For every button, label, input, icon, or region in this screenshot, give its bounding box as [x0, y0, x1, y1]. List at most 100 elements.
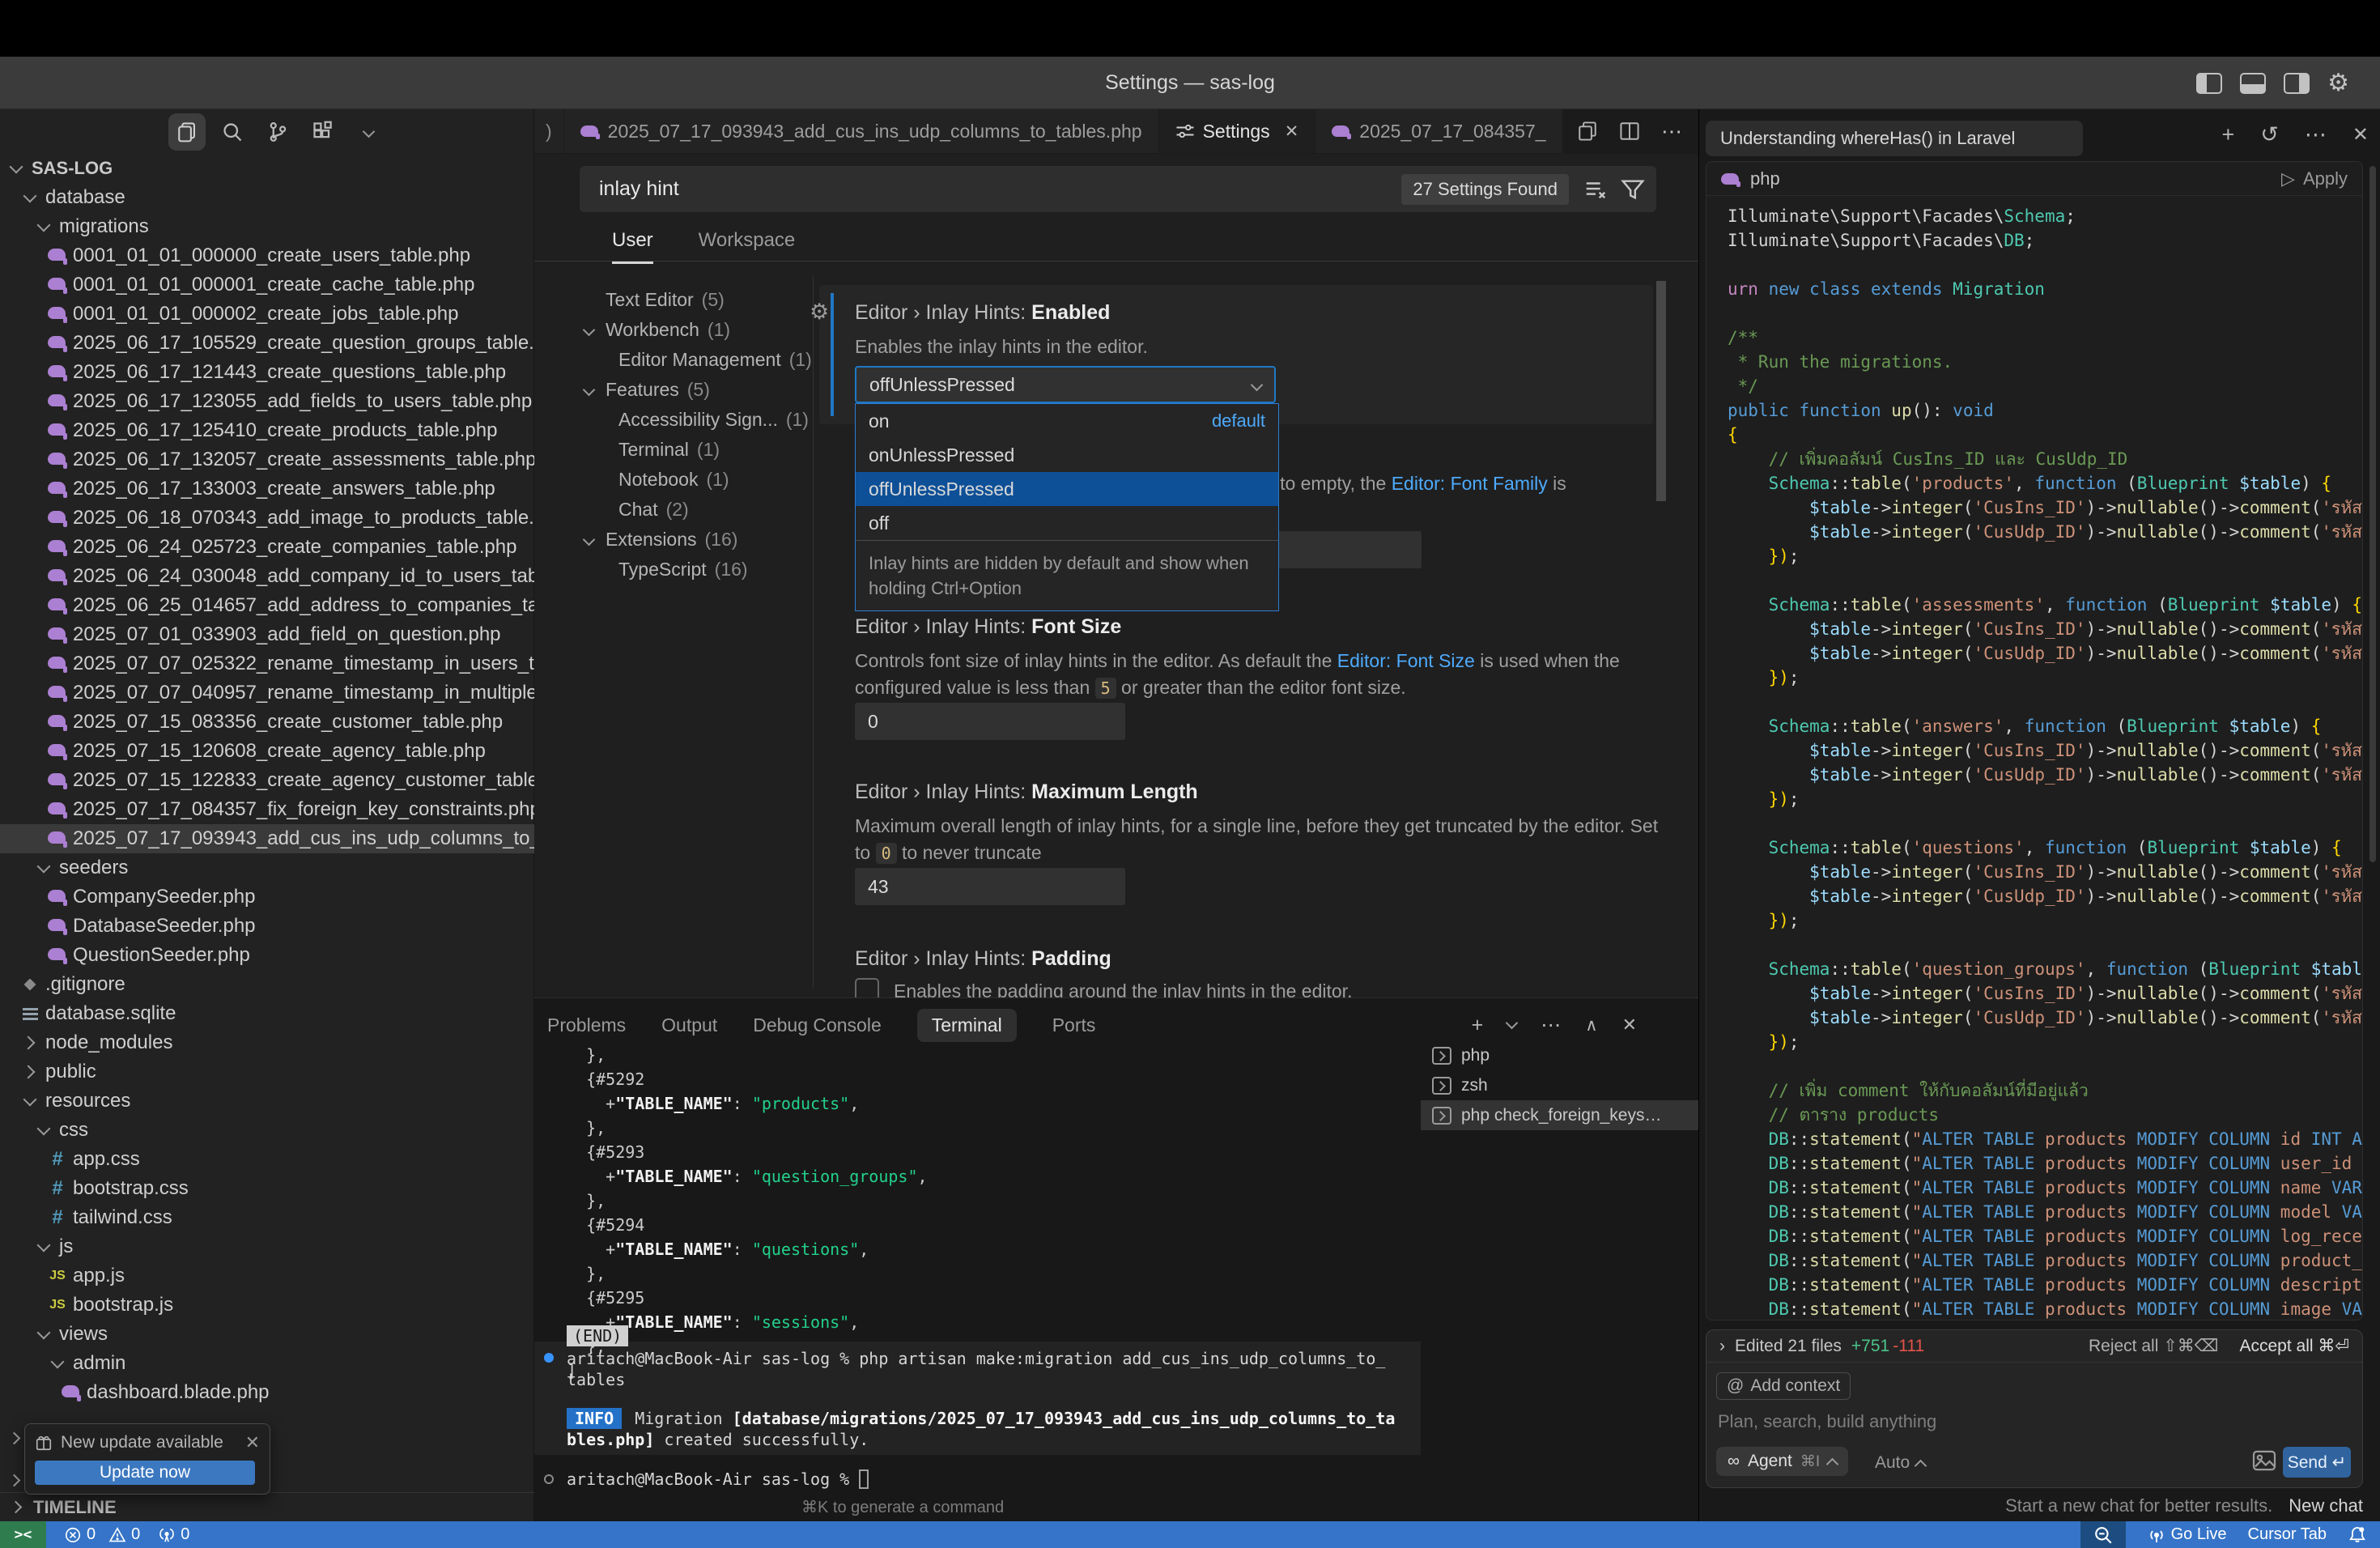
- new-chat-link[interactable]: New chat: [2289, 1495, 2363, 1516]
- tree-item[interactable]: dashboard.blade.php: [0, 1378, 534, 1407]
- tree-item[interactable]: 0001_01_01_000002_create_jobs_table.php: [0, 300, 534, 329]
- tab-problems[interactable]: Problems: [547, 1014, 626, 1036]
- tree-item[interactable]: migrations: [0, 212, 534, 241]
- settings-scrollbar[interactable]: [1656, 281, 1666, 501]
- tree-item[interactable]: DatabaseSeeder.php: [0, 912, 534, 941]
- model-selector[interactable]: Auto: [1875, 1453, 1925, 1473]
- tree-item[interactable]: 2025_06_24_025723_create_companies_table…: [0, 533, 534, 562]
- terminal-session-item[interactable]: php: [1421, 1040, 1698, 1070]
- tree-item[interactable]: 2025_06_24_030048_add_company_id_to_user…: [0, 562, 534, 591]
- tree-item[interactable]: bootstrap.css: [0, 1174, 534, 1203]
- toc-item[interactable]: Features (5): [534, 375, 801, 405]
- update-now-button[interactable]: Update now: [35, 1461, 255, 1485]
- agent-mode-selector[interactable]: ∞Agent⌘I: [1716, 1447, 1848, 1476]
- clear-filters-icon[interactable]: [1583, 177, 1608, 202]
- toc-item[interactable]: Accessibility Sign... (1): [534, 405, 801, 435]
- chat-tab-title[interactable]: Understanding whereHas() in Laravel: [1706, 121, 2083, 156]
- tree-item[interactable]: 2025_06_17_133003_create_answers_table.p…: [0, 474, 534, 504]
- font-size-link[interactable]: Editor: Font Size: [1337, 650, 1475, 671]
- cursor-tab-indicator[interactable]: Cursor Tab: [2248, 1525, 2327, 1544]
- tree-item[interactable]: 0001_01_01_000001_create_cache_table.php: [0, 270, 534, 300]
- tree-item[interactable]: 2025_07_07_040957_rename_timestamp_in_mu…: [0, 678, 534, 708]
- tree-item[interactable]: 2025_06_17_125410_create_products_table.…: [0, 416, 534, 445]
- filter-icon[interactable]: [1621, 177, 1645, 202]
- tree-item[interactable]: js: [0, 1232, 534, 1261]
- apply-button[interactable]: ▷Apply: [2281, 168, 2348, 189]
- tree-item[interactable]: app.css: [0, 1145, 534, 1174]
- close-panel-icon[interactable]: ✕: [2352, 123, 2369, 147]
- tree-item[interactable]: 2025_06_17_105529_create_question_groups…: [0, 329, 534, 358]
- tree-item[interactable]: bootstrap.js: [0, 1291, 534, 1320]
- notifications-bell-icon[interactable]: [2348, 1525, 2367, 1545]
- edited-files-bar[interactable]: › Edited 21 files +751-111 Reject all ⇧⌘…: [1706, 1330, 2362, 1363]
- terminal-prompt[interactable]: aritach@MacBook-Air sas-log %: [567, 1469, 869, 1489]
- tree-item[interactable]: 2025_06_17_123055_add_fields_to_users_ta…: [0, 387, 534, 416]
- tree-item[interactable]: 2025_07_17_093943_add_cus_ins_udp_column…: [0, 824, 534, 853]
- font-family-link[interactable]: Editor: Font Family: [1392, 473, 1548, 494]
- tab-close-icon[interactable]: ✕: [1285, 121, 1299, 142]
- tree-item[interactable]: 2025_07_07_025322_rename_timestamp_in_us…: [0, 649, 534, 678]
- toast-close-icon[interactable]: ✕: [245, 1432, 260, 1453]
- toggle-right-panel-icon[interactable]: [2284, 73, 2310, 94]
- toc-item[interactable]: Terminal (1): [534, 435, 801, 465]
- toc-item[interactable]: Notebook (1): [534, 465, 801, 495]
- collapsed-section-chevron-icon[interactable]: [8, 1432, 21, 1445]
- chevron-down-icon[interactable]: [1506, 1016, 1519, 1029]
- tree-item[interactable]: 0001_01_01_000000_create_users_table.php: [0, 241, 534, 270]
- dropdown-option[interactable]: on default: [856, 404, 1278, 438]
- reject-all-button[interactable]: Reject all ⇧⌘⌫: [2089, 1336, 2219, 1356]
- maximize-panel-icon[interactable]: ∧: [1585, 1015, 1597, 1036]
- scope-tab-user[interactable]: User: [612, 229, 653, 264]
- tab-debug-console[interactable]: Debug Console: [753, 1014, 882, 1036]
- tree-item[interactable]: SAS-LOG: [0, 154, 534, 183]
- ports-indicator[interactable]: 0: [158, 1525, 189, 1544]
- open-changes-icon[interactable]: [1577, 121, 1598, 142]
- tree-item[interactable]: .gitignore: [0, 970, 534, 999]
- tree-item[interactable]: css: [0, 1116, 534, 1145]
- chat-scrollbar[interactable]: [2369, 166, 2376, 862]
- padding-checkbox[interactable]: [855, 978, 879, 997]
- toggle-left-panel-icon[interactable]: [2196, 73, 2222, 94]
- tree-item[interactable]: resources: [0, 1087, 534, 1116]
- maximum-length-input[interactable]: [855, 868, 1125, 905]
- toc-item[interactable]: Chat (2): [534, 495, 801, 525]
- tree-item[interactable]: 2025_07_15_120608_create_agency_table.ph…: [0, 737, 534, 766]
- tree-item[interactable]: 2025_06_18_070343_add_image_to_products_…: [0, 504, 534, 533]
- tab-settings[interactable]: Settings ✕: [1159, 109, 1316, 153]
- tree-item[interactable]: views: [0, 1320, 534, 1349]
- more-actions-icon[interactable]: ⋯: [2305, 122, 2327, 147]
- toggle-bottom-panel-icon[interactable]: [2240, 73, 2266, 94]
- tree-item[interactable]: 2025_06_25_014657_add_address_to_compani…: [0, 591, 534, 620]
- source-control-icon[interactable]: [259, 113, 296, 151]
- terminal-session-item[interactable]: zsh: [1421, 1070, 1698, 1100]
- toc-item[interactable]: Text Editor (5): [534, 285, 801, 315]
- close-panel-icon[interactable]: ✕: [1622, 1014, 1637, 1036]
- remote-indicator[interactable]: ><: [0, 1521, 46, 1548]
- split-editor-icon[interactable]: [1619, 121, 1640, 142]
- tree-item[interactable]: public: [0, 1057, 534, 1087]
- problems-indicator[interactable]: 0 0: [64, 1525, 140, 1544]
- tree-item[interactable]: 2025_07_15_083356_create_customer_table.…: [0, 708, 534, 737]
- tree-item[interactable]: database: [0, 183, 534, 212]
- tree-item[interactable]: 2025_06_17_121443_create_questions_table…: [0, 358, 534, 387]
- extensions-icon[interactable]: [304, 113, 342, 151]
- font-size-input[interactable]: [855, 703, 1125, 740]
- tree-item[interactable]: QuestionSeeder.php: [0, 941, 534, 970]
- tree-item[interactable]: database.sqlite: [0, 999, 534, 1028]
- chat-input-placeholder[interactable]: Plan, search, build anything: [1718, 1411, 1936, 1432]
- new-chat-icon[interactable]: +: [2221, 122, 2234, 147]
- dropdown-option[interactable]: off: [856, 506, 1278, 540]
- tree-item[interactable]: 2025_06_17_132057_create_assessments_tab…: [0, 445, 534, 474]
- setting-gear-icon[interactable]: ⚙: [810, 300, 829, 325]
- tree-item[interactable]: 2025_07_17_084357_fix_foreign_key_constr…: [0, 795, 534, 824]
- chevron-down-icon[interactable]: [350, 113, 387, 151]
- add-context-chip[interactable]: @Add context: [1716, 1372, 1851, 1400]
- search-icon[interactable]: [214, 113, 251, 151]
- collapsed-section-chevron-icon[interactable]: [8, 1474, 21, 1487]
- new-terminal-icon[interactable]: +: [1472, 1014, 1484, 1037]
- settings-search-input[interactable]: [599, 177, 1401, 201]
- settings-gear-icon[interactable]: ⚙: [2327, 71, 2349, 96]
- tab-ports[interactable]: Ports: [1052, 1014, 1096, 1036]
- tree-item[interactable]: 2025_07_01_033903_add_field_on_question.…: [0, 620, 534, 649]
- tree-item[interactable]: node_modules: [0, 1028, 534, 1057]
